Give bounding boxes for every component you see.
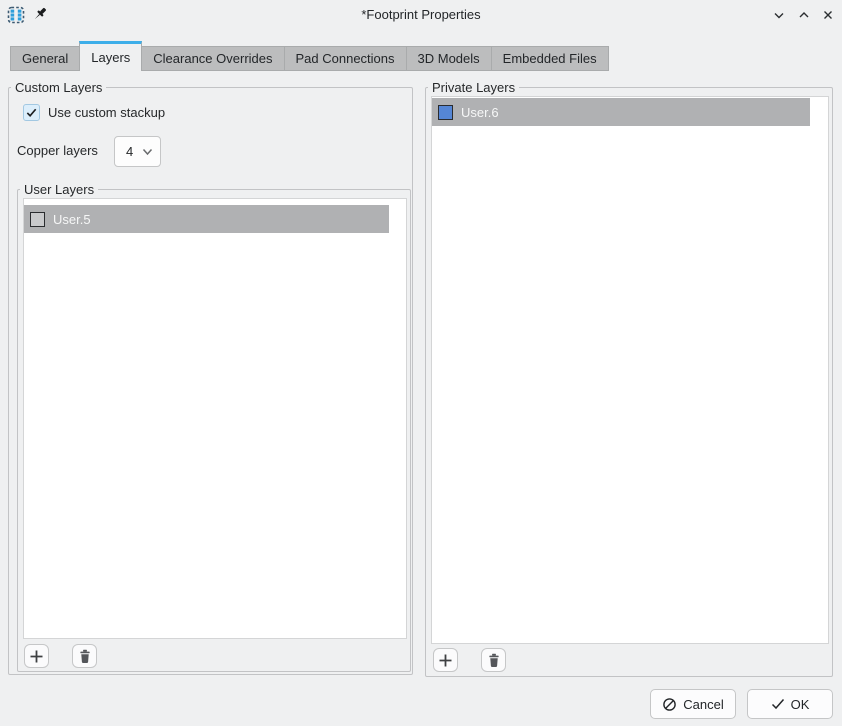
user-layers-list: User.5 [23,198,407,639]
tab-embedded-files[interactable]: Embedded Files [491,46,609,71]
add-private-layer-button[interactable] [433,648,458,672]
window-title: *Footprint Properties [0,0,842,30]
chevron-down-icon [142,148,153,156]
copper-layers-select[interactable]: 4 [114,136,161,167]
ok-label: OK [791,697,810,712]
use-custom-stackup-row: Use custom stackup [23,104,165,121]
layer-row-user5[interactable]: User.5 [24,205,389,233]
delete-user-layer-button[interactable] [72,644,97,668]
layer-color-swatch[interactable] [438,105,453,120]
use-custom-stackup-label: Use custom stackup [48,105,165,120]
user-layers-group: User Layers User.5 [17,189,411,672]
private-layers-list: User.6 [431,96,829,644]
check-icon [771,698,785,710]
trash-icon [487,653,501,668]
user-layers-group-label: User Layers [20,181,98,198]
titlebar: *Footprint Properties [0,0,842,30]
copper-layers-label: Copper layers [17,143,98,158]
tab-clearance-overrides[interactable]: Clearance Overrides [141,46,284,71]
minimize-button[interactable] [771,7,787,23]
footprint-properties-dialog: *Footprint Properties General Layers Cle… [0,0,842,726]
trash-icon [78,649,92,664]
layer-row-user6[interactable]: User.6 [432,98,810,126]
add-user-layer-button[interactable] [24,644,49,668]
private-layers-group-label: Private Layers [428,79,519,96]
maximize-button[interactable] [796,7,812,23]
copper-layers-value: 4 [126,144,133,159]
layer-name: User.5 [53,212,91,227]
slash-circle-icon [662,697,677,712]
close-icon[interactable] [820,7,836,23]
use-custom-stackup-checkbox[interactable] [23,104,40,121]
tab-general[interactable]: General [10,46,80,71]
tab-3d-models[interactable]: 3D Models [406,46,492,71]
custom-layers-group: Custom Layers Use custom stackup Copper … [8,87,413,675]
tab-bar: General Layers Clearance Overrides Pad C… [10,41,608,71]
tab-layers[interactable]: Layers [79,41,142,71]
layer-name: User.6 [461,105,499,120]
plus-icon [29,649,44,664]
custom-layers-group-label: Custom Layers [11,79,106,96]
cancel-label: Cancel [683,697,723,712]
cancel-button[interactable]: Cancel [650,689,736,719]
plus-icon [438,653,453,668]
layer-visibility-checkbox[interactable] [30,212,45,227]
private-layers-group: Private Layers User.6 [425,87,833,677]
ok-button[interactable]: OK [747,689,833,719]
delete-private-layer-button[interactable] [481,648,506,672]
tab-pad-connections[interactable]: Pad Connections [284,46,407,71]
